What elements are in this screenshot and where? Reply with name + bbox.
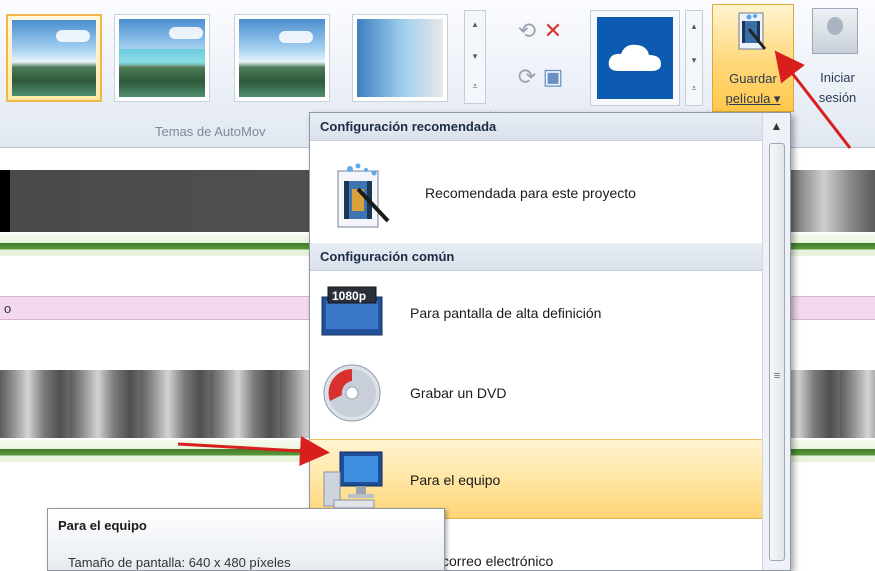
- film-wand-icon: [337, 163, 390, 228]
- section-title: Configuración común: [320, 249, 455, 264]
- scroll-up-icon[interactable]: ▴: [686, 21, 702, 32]
- themes-group-label: Temas de AutoMov: [155, 124, 266, 139]
- skydrive-share[interactable]: [590, 10, 680, 106]
- menu-item-computer[interactable]: Para el equipo: [310, 439, 762, 519]
- caption-text: o: [4, 301, 12, 316]
- scrollbar-thumb[interactable]: ≡: [769, 143, 785, 561]
- menu-item-recommended[interactable]: Recomendada para este proyecto: [310, 159, 762, 239]
- rotate-right-icon[interactable]: ⟳: [514, 64, 540, 90]
- remove-icon[interactable]: ✕: [540, 18, 566, 44]
- video-thumbnail: [790, 170, 875, 232]
- save-movie-label: Guardar: [729, 71, 777, 86]
- menu-section-common: Configuración común: [310, 243, 762, 271]
- grip-icon: ≡: [773, 370, 781, 382]
- themes-gallery-scroll[interactable]: ▴ ▾ ⩡: [464, 10, 486, 104]
- hd-badge-text: 1080p: [332, 289, 367, 303]
- share-gallery-scroll[interactable]: ▴ ▾ ⩡: [685, 10, 703, 106]
- scroll-down-icon[interactable]: ▾: [465, 51, 485, 62]
- menu-item-label: Recomendada para este proyecto: [425, 185, 636, 201]
- save-movie-icon: [735, 11, 767, 51]
- gallery-expand-icon[interactable]: ⩡: [465, 81, 485, 92]
- gallery-expand-icon[interactable]: ⩡: [686, 83, 702, 94]
- tooltip-title: Para el equipo: [58, 518, 147, 533]
- menu-item-label: Para pantalla de alta definición: [410, 305, 602, 321]
- automovie-theme-4[interactable]: [352, 14, 448, 102]
- scroll-down-icon[interactable]: ▾: [686, 55, 702, 66]
- scroll-up-icon[interactable]: ▴: [465, 19, 485, 30]
- skydrive-icon: [597, 17, 673, 99]
- automovie-theme-2[interactable]: [114, 14, 210, 102]
- sign-in-label-2: sesión: [818, 90, 857, 105]
- save-movie-dropdown-label[interactable]: película ▾: [713, 91, 793, 107]
- sign-in-button[interactable]: Iniciar sesión: [800, 4, 875, 112]
- menu-section-recommended: Configuración recomendada: [310, 113, 762, 141]
- tooltip-detail: Tamaño de pantalla: 640 x 480 píxeles: [68, 555, 291, 570]
- menu-item-label: correo electrónico: [442, 553, 554, 569]
- menu-item-hd[interactable]: 1080p Para pantalla de alta definición: [310, 281, 762, 347]
- sign-in-label: Iniciar: [820, 70, 855, 85]
- menu-scrollbar[interactable]: ▲ ≡: [762, 113, 790, 570]
- user-avatar-icon: [812, 8, 858, 54]
- scroll-up-icon[interactable]: ▲: [763, 119, 790, 133]
- select-all-icon[interactable]: ▣: [540, 64, 566, 90]
- save-movie-menu: Configuración recomendada Recomendada pa…: [309, 112, 791, 571]
- dvd-icon: [323, 364, 381, 422]
- menu-item-label: Grabar un DVD: [410, 385, 507, 401]
- menu-item-label: Para el equipo: [410, 472, 501, 488]
- save-movie-button[interactable]: Guardar película ▾: [712, 4, 794, 112]
- rotate-left-icon[interactable]: ⟲: [514, 18, 540, 44]
- menu-item-dvd[interactable]: Grabar un DVD: [310, 361, 762, 427]
- automovie-theme-3[interactable]: [234, 14, 330, 102]
- section-title: Configuración recomendada: [320, 119, 497, 134]
- edit-tools: ⟲ ✕ ⟳ ▣: [500, 12, 580, 102]
- tooltip: Para el equipo Tamaño de pantalla: 640 x…: [47, 508, 445, 571]
- automovie-theme-1[interactable]: [6, 14, 102, 102]
- computer-icon: [323, 451, 383, 509]
